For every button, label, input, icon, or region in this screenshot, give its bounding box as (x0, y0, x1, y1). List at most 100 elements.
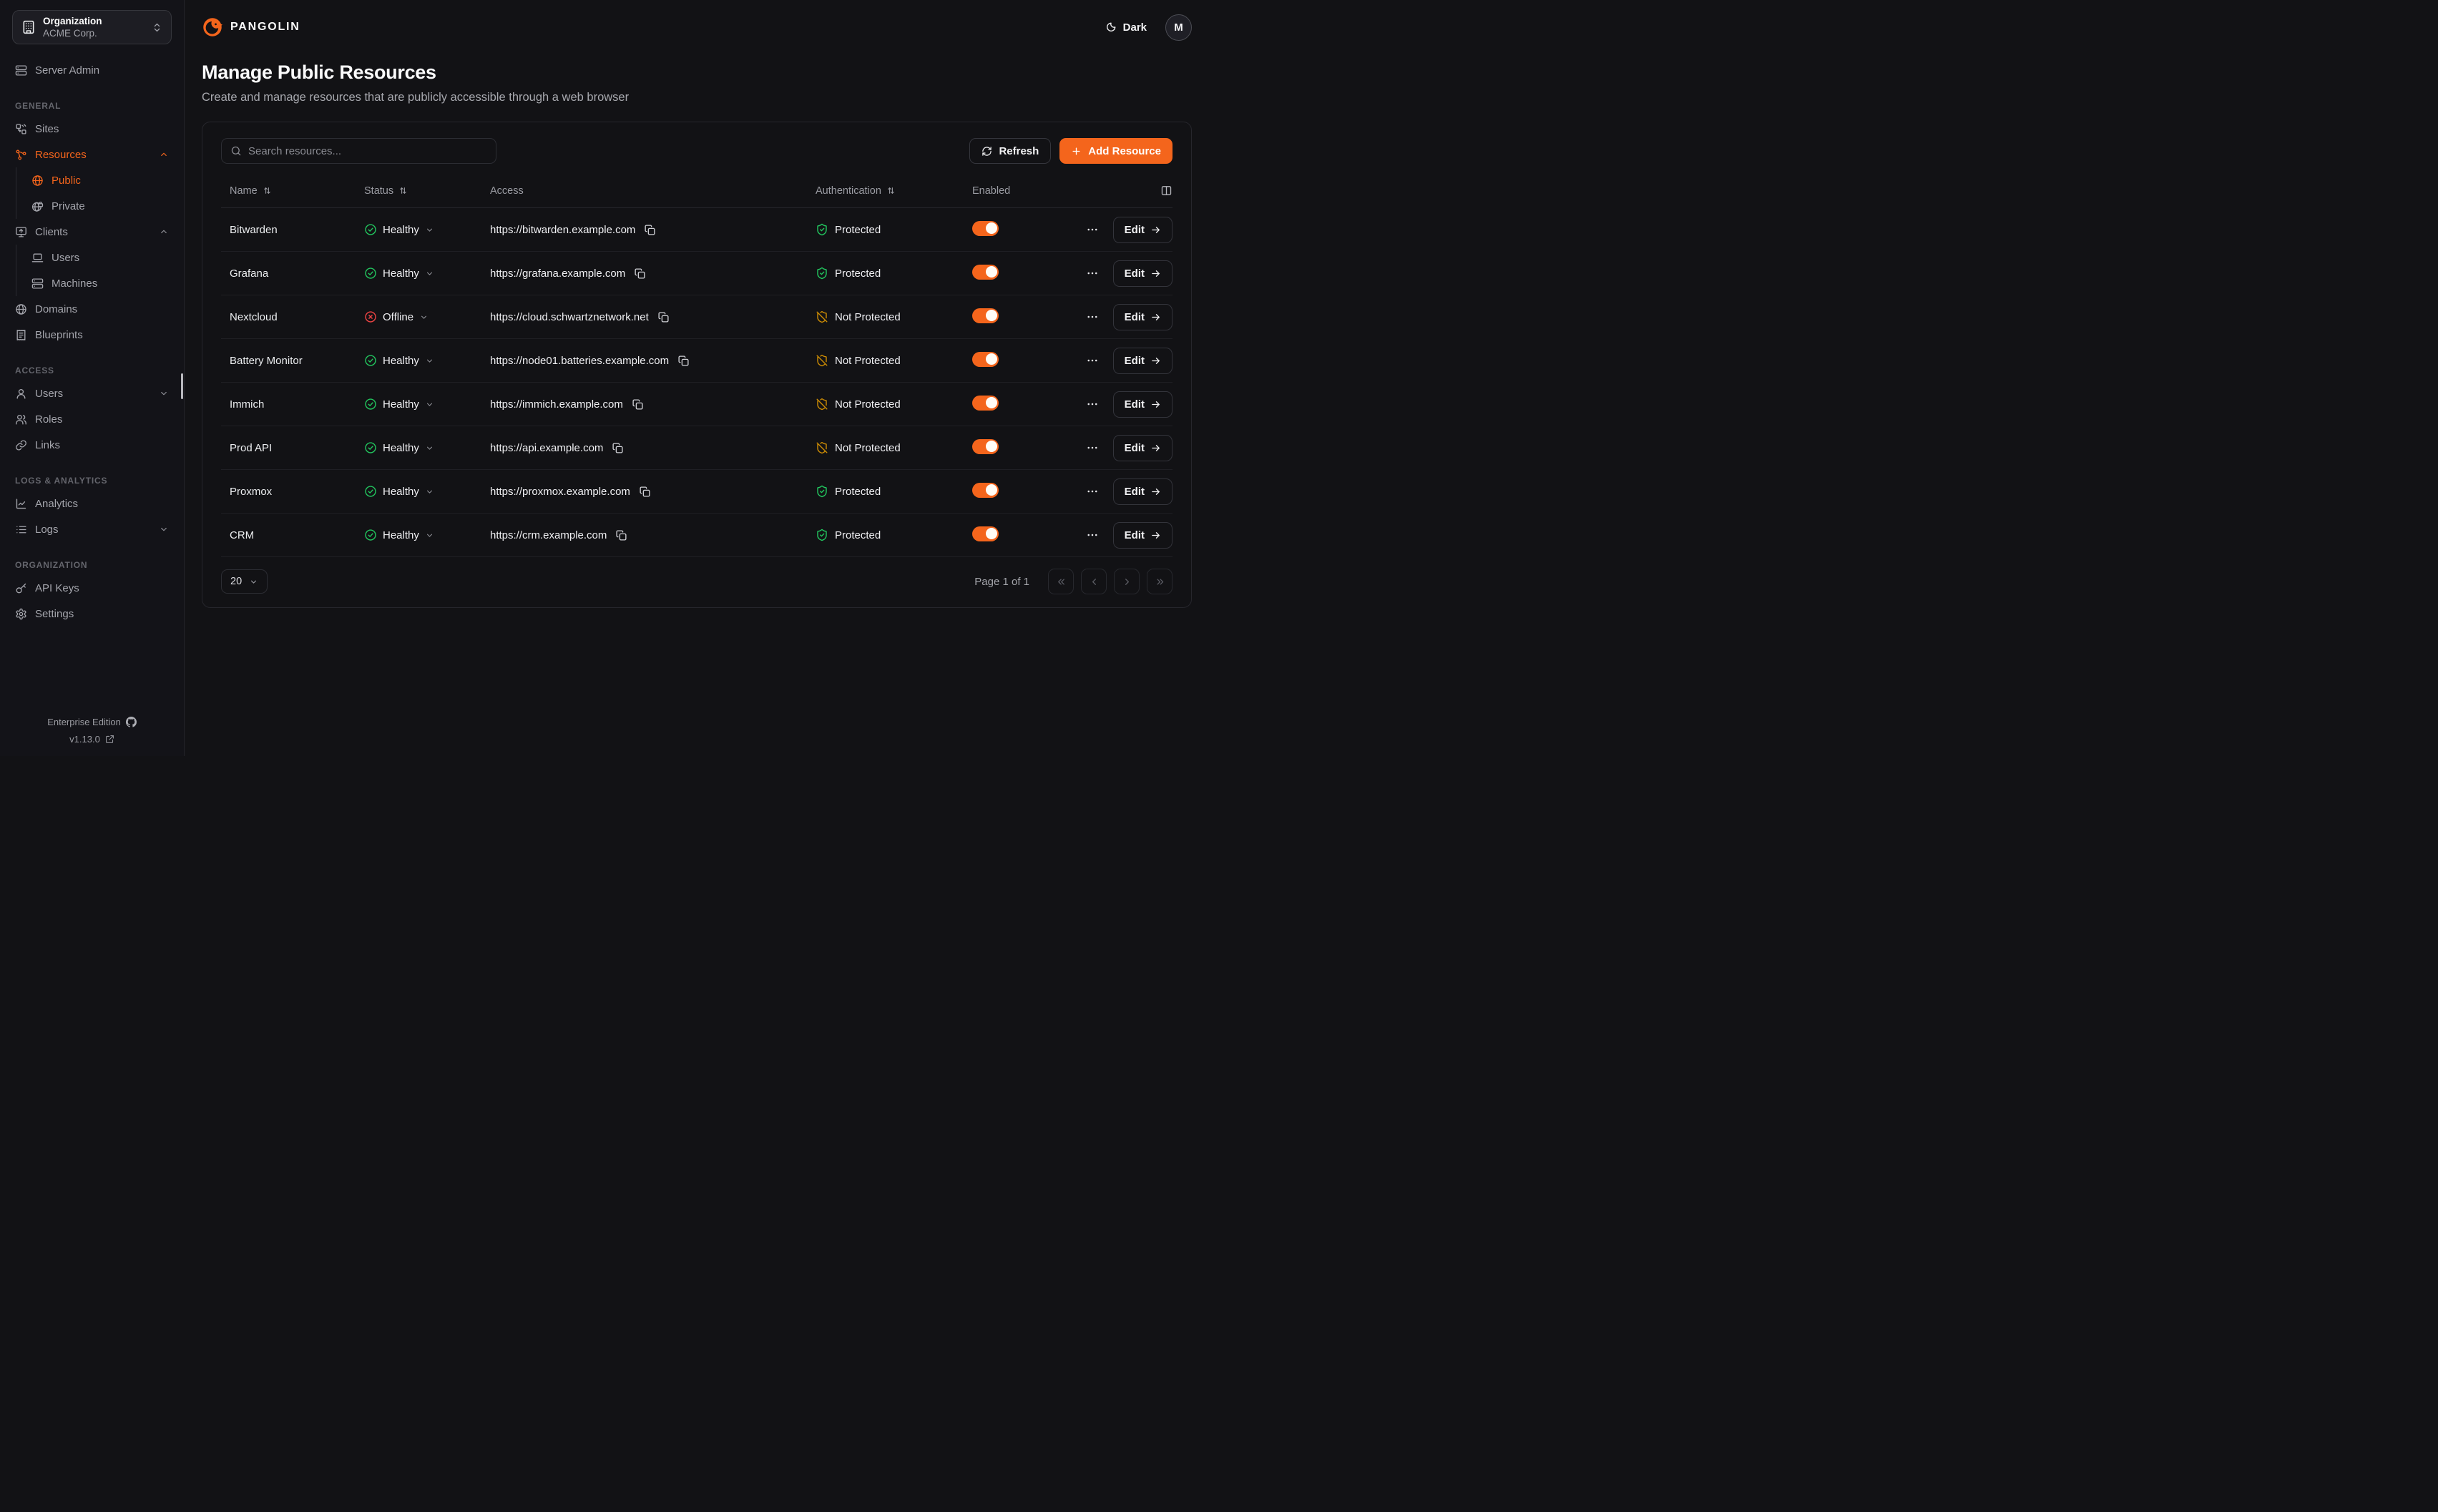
row-menu-button[interactable] (1086, 441, 1099, 454)
external-link-icon[interactable] (105, 735, 114, 744)
status-dropdown[interactable]: Healthy (364, 223, 434, 236)
edit-button[interactable]: Edit (1113, 478, 1173, 505)
toggle-knob (986, 441, 997, 452)
avatar-initial: M (1174, 21, 1183, 34)
copy-url-button[interactable] (612, 442, 624, 454)
sidebar-item-machines[interactable]: Machines (29, 270, 172, 296)
resources-card: Refresh Add Resource Name Status (202, 122, 1192, 608)
copy-url-button[interactable] (677, 355, 690, 367)
first-page-button[interactable] (1048, 569, 1074, 594)
copy-url-button[interactable] (632, 398, 644, 411)
enabled-toggle[interactable] (972, 396, 999, 411)
sidebar-item-clients[interactable]: Clients (12, 219, 172, 245)
sidebar-item-logs[interactable]: Logs (12, 516, 172, 542)
row-menu-button[interactable] (1086, 267, 1099, 280)
theme-toggle[interactable]: Dark (1105, 21, 1147, 34)
sidebar-section-general: GENERAL (12, 101, 172, 111)
circle-x-icon (364, 310, 377, 323)
edit-button[interactable]: Edit (1113, 522, 1173, 549)
page-size-select[interactable]: 20 (221, 569, 268, 594)
copy-url-button[interactable] (657, 311, 670, 323)
sidebar-item-server-admin[interactable]: Server Admin (12, 57, 172, 83)
edit-button[interactable]: Edit (1113, 435, 1173, 461)
row-menu-button[interactable] (1086, 223, 1099, 236)
copy-icon (615, 529, 627, 541)
table-row: CRM Healthy https://crm.example.com Prot… (221, 514, 1173, 557)
edit-button[interactable]: Edit (1113, 348, 1173, 374)
status-dropdown[interactable]: Healthy (364, 529, 434, 541)
row-menu-button[interactable] (1086, 485, 1099, 498)
sidebar-item-public[interactable]: Public (29, 167, 172, 193)
github-icon[interactable] (126, 717, 137, 727)
sidebar-item-domains[interactable]: Domains (12, 296, 172, 322)
sidebar-item-label: Server Admin (35, 64, 169, 77)
status-dropdown[interactable]: Healthy (364, 441, 434, 454)
row-menu-button[interactable] (1086, 310, 1099, 323)
version-label: v1.13.0 (69, 734, 100, 745)
copy-url-button[interactable] (639, 486, 651, 498)
sidebar-item-client-users[interactable]: Users (29, 245, 172, 270)
next-page-button[interactable] (1114, 569, 1140, 594)
sidebar-item-private[interactable]: Private (29, 193, 172, 219)
list-icon (15, 524, 27, 536)
arrow-right-icon (1150, 268, 1161, 279)
sidebar-item-blueprints[interactable]: Blueprints (12, 322, 172, 348)
last-page-button[interactable] (1147, 569, 1173, 594)
add-resource-button[interactable]: Add Resource (1059, 138, 1173, 164)
refresh-button[interactable]: Refresh (969, 138, 1051, 164)
building-icon (21, 20, 36, 34)
sidebar-item-resources[interactable]: Resources (12, 142, 172, 167)
chevron-down-icon (425, 443, 434, 453)
enabled-toggle[interactable] (972, 526, 999, 541)
status-dropdown[interactable]: Healthy (364, 354, 434, 367)
edit-button[interactable]: Edit (1113, 304, 1173, 330)
columns-icon[interactable] (1160, 185, 1173, 197)
column-header-status[interactable]: Status (364, 185, 490, 197)
edit-button[interactable]: Edit (1113, 391, 1173, 418)
org-switcher[interactable]: Organization ACME Corp. (12, 10, 172, 44)
status-dropdown[interactable]: Healthy (364, 398, 434, 411)
row-menu-button[interactable] (1086, 529, 1099, 541)
table-toolbar: Refresh Add Resource (221, 138, 1173, 164)
status-dropdown[interactable]: Offline (364, 310, 429, 323)
sidebar-item-label: Settings (35, 608, 169, 620)
enabled-toggle[interactable] (972, 308, 999, 323)
row-menu-button[interactable] (1086, 398, 1099, 411)
copy-url-button[interactable] (644, 224, 656, 236)
edit-button[interactable]: Edit (1113, 260, 1173, 287)
sidebar-item-users[interactable]: Users (12, 381, 172, 406)
avatar[interactable]: M (1165, 14, 1192, 41)
sidebar-item-links[interactable]: Links (12, 432, 172, 458)
circle-check-icon (364, 529, 377, 541)
sidebar-item-api-keys[interactable]: API Keys (12, 575, 172, 601)
sidebar-item-label: Resources (35, 149, 151, 161)
status-dropdown[interactable]: Healthy (364, 267, 434, 280)
previous-page-button[interactable] (1081, 569, 1107, 594)
sidebar-scrollbar[interactable] (181, 373, 183, 399)
theme-label: Dark (1123, 21, 1147, 34)
copy-url-button[interactable] (615, 529, 627, 541)
enabled-toggle[interactable] (972, 221, 999, 236)
status-dropdown[interactable]: Healthy (364, 485, 434, 498)
enabled-toggle[interactable] (972, 265, 999, 280)
toggle-knob (986, 310, 997, 321)
edit-button[interactable]: Edit (1113, 217, 1173, 243)
brand[interactable]: PANGOLIN (202, 16, 300, 38)
sidebar-item-settings[interactable]: Settings (12, 601, 172, 627)
sidebar-item-sites[interactable]: Sites (12, 116, 172, 142)
enabled-toggle[interactable] (972, 352, 999, 367)
search-input[interactable] (248, 145, 487, 157)
copy-url-button[interactable] (634, 267, 646, 280)
enabled-toggle[interactable] (972, 439, 999, 454)
top-bar: PANGOLIN Dark M (202, 0, 1192, 54)
sidebar-item-analytics[interactable]: Analytics (12, 491, 172, 516)
row-menu-button[interactable] (1086, 354, 1099, 367)
column-header-authentication[interactable]: Authentication (816, 185, 972, 197)
resource-name: Proxmox (221, 486, 364, 498)
copy-icon (612, 442, 624, 454)
status-label: Healthy (383, 398, 419, 411)
sidebar-item-roles[interactable]: Roles (12, 406, 172, 432)
column-header-actions (1054, 185, 1173, 197)
enabled-toggle[interactable] (972, 483, 999, 498)
column-header-name[interactable]: Name (221, 185, 364, 197)
